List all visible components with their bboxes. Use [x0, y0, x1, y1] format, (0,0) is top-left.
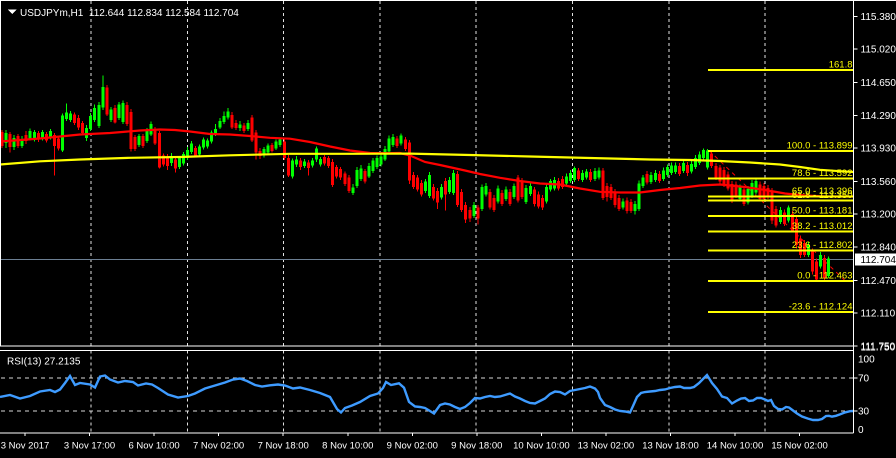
- svg-text:7 Nov 02:00: 7 Nov 02:00: [193, 441, 244, 452]
- svg-text:13 Nov 18:00: 13 Nov 18:00: [642, 441, 699, 452]
- svg-text:14 Nov 10:00: 14 Nov 10:00: [707, 441, 764, 452]
- svg-text:15 Nov 02:00: 15 Nov 02:00: [771, 441, 828, 452]
- svg-text:USDJPYm,H1 112.644 112.834 11: USDJPYm,H1 112.644 112.834 112.584 112.7…: [20, 8, 239, 19]
- svg-text:161.8: 161.8: [829, 60, 853, 71]
- svg-text:0.0 - 112.463: 0.0 - 112.463: [797, 271, 852, 282]
- svg-text:113.930: 113.930: [861, 144, 896, 155]
- svg-text:111.750: 111.750: [861, 343, 896, 354]
- svg-text:70: 70: [858, 374, 870, 385]
- svg-text:112.704: 112.704: [861, 255, 896, 266]
- svg-text:100: 100: [858, 355, 875, 366]
- svg-text:30: 30: [858, 406, 870, 417]
- svg-text:3 Nov 17:00: 3 Nov 17:00: [64, 441, 115, 452]
- svg-text:RSI(13) 27.2135: RSI(13) 27.2135: [7, 357, 81, 368]
- svg-text:23.6 - 112.802: 23.6 - 112.802: [792, 240, 853, 251]
- svg-text:113.200: 113.200: [861, 210, 896, 221]
- svg-text:115.020: 115.020: [861, 45, 896, 56]
- svg-text:112.840: 112.840: [861, 242, 896, 253]
- svg-text:113.560: 113.560: [861, 177, 896, 188]
- svg-text:10 Nov 10:00: 10 Nov 10:00: [513, 441, 570, 452]
- svg-text:3 Nov 2017: 3 Nov 2017: [1, 441, 50, 452]
- svg-text:114.650: 114.650: [861, 78, 896, 89]
- svg-text:6 Nov 10:00: 6 Nov 10:00: [128, 441, 179, 452]
- svg-text:114.290: 114.290: [861, 111, 896, 122]
- svg-text:112.110: 112.110: [861, 309, 896, 320]
- svg-text:115.380: 115.380: [861, 12, 896, 23]
- svg-text:8 Nov 10:00: 8 Nov 10:00: [322, 441, 373, 452]
- svg-text:-23.6 - 112.124: -23.6 - 112.124: [789, 301, 853, 312]
- svg-text:61.8 - 113.350: 61.8 - 113.350: [792, 190, 853, 201]
- svg-text:100.0 - 113.899: 100.0 - 113.899: [787, 140, 853, 151]
- svg-text:78.6 - 113.592: 78.6 - 113.592: [792, 168, 853, 179]
- svg-text:38.2 - 113.012: 38.2 - 113.012: [792, 221, 853, 232]
- svg-text:9 Nov 02:00: 9 Nov 02:00: [387, 441, 438, 452]
- svg-text:50.0 - 113.181: 50.0 - 113.181: [792, 206, 853, 217]
- svg-text:0: 0: [858, 425, 864, 436]
- svg-text:13 Nov 02:00: 13 Nov 02:00: [578, 441, 635, 452]
- svg-text:9 Nov 18:00: 9 Nov 18:00: [451, 441, 502, 452]
- svg-text:7 Nov 18:00: 7 Nov 18:00: [258, 441, 309, 452]
- svg-text:112.470: 112.470: [861, 276, 896, 287]
